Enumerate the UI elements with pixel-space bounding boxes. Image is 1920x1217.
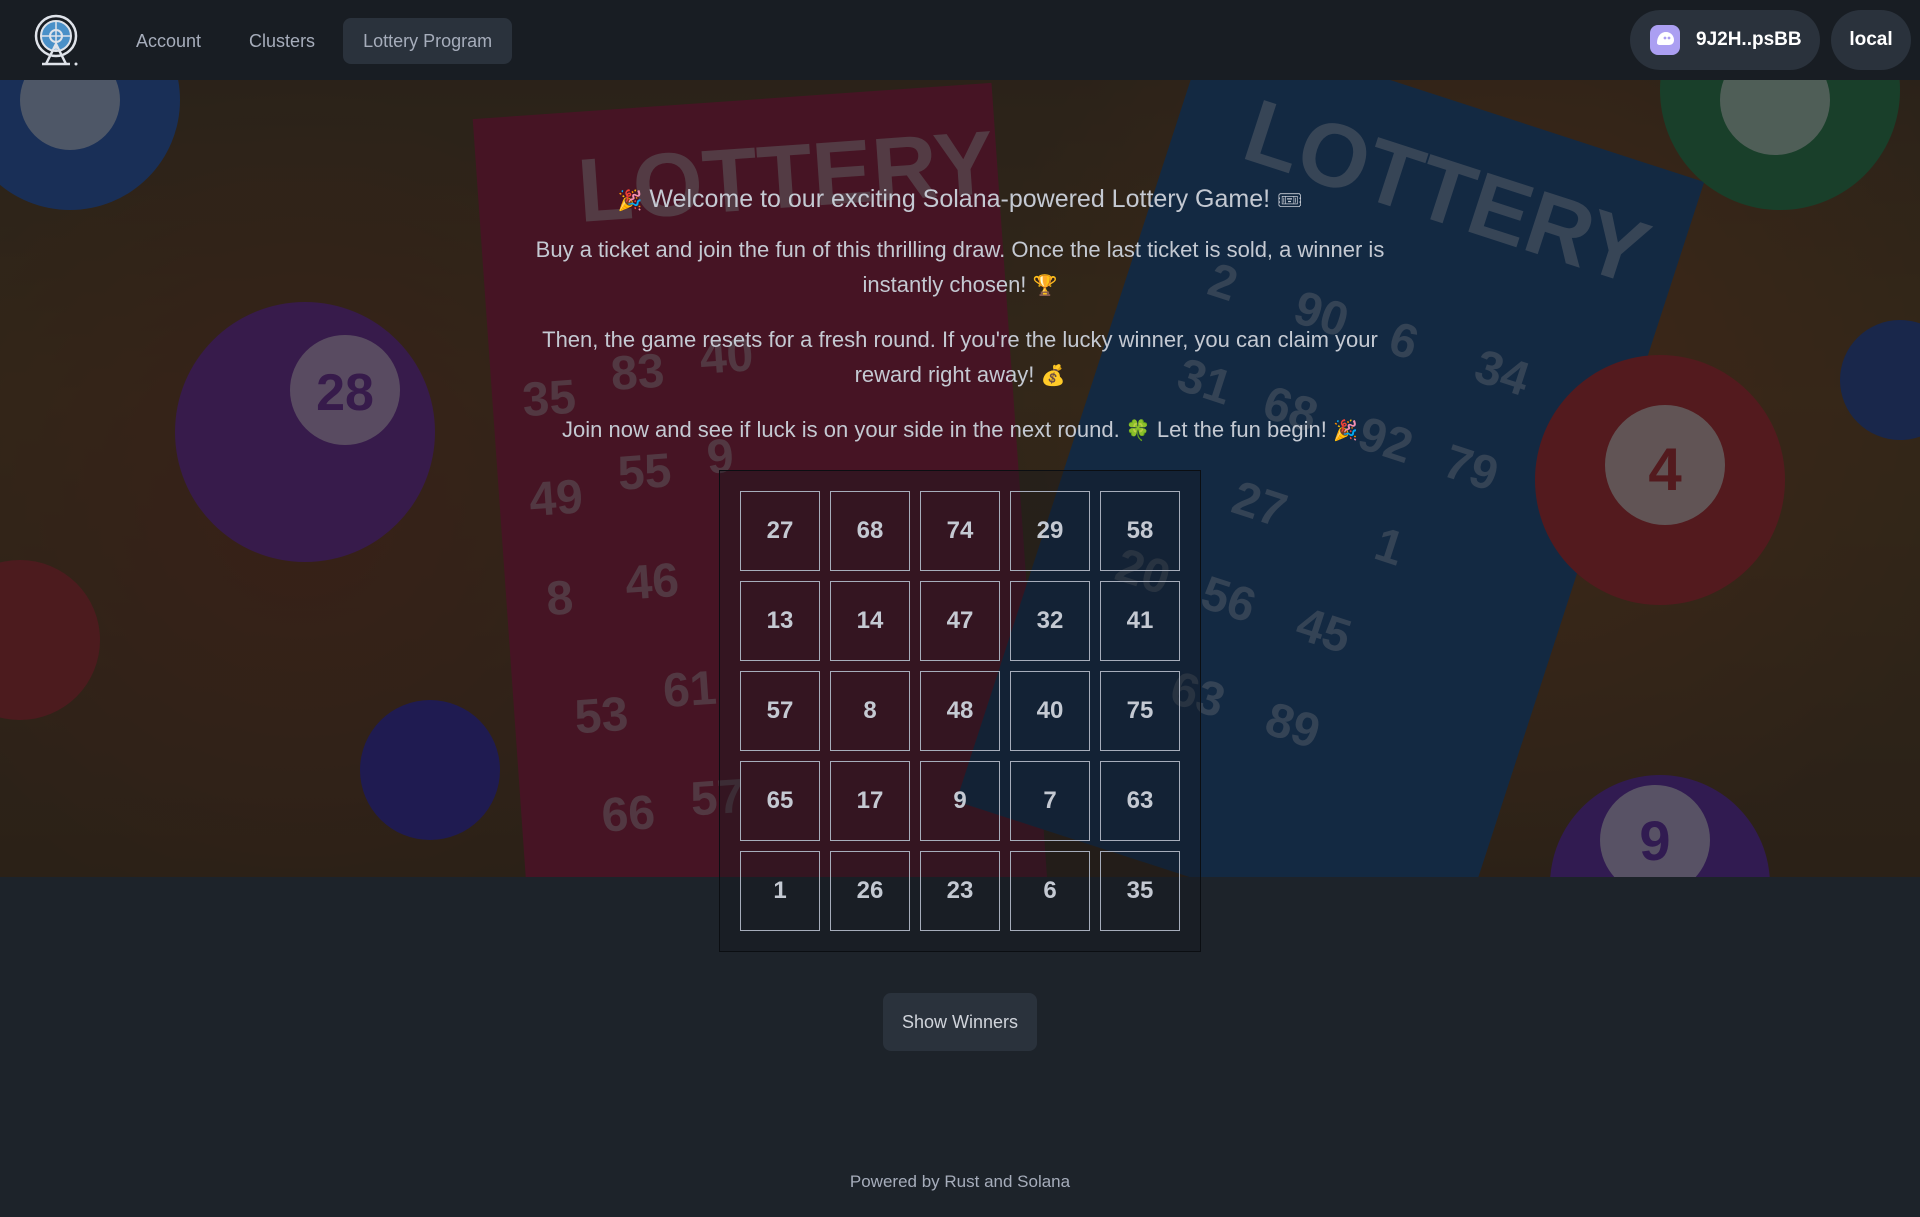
cluster-button[interactable]: local	[1831, 10, 1911, 70]
number-cell[interactable]: 48	[920, 671, 1000, 751]
nav-lottery-program-link[interactable]: Lottery Program	[343, 18, 513, 64]
number-cell[interactable]: 32	[1010, 581, 1090, 661]
navbar: Account Clusters Lottery Program 9J2H..p…	[0, 0, 1920, 80]
number-cell[interactable]: 27	[740, 491, 820, 571]
trophy-icon: 🏆	[1032, 273, 1058, 297]
number-cell[interactable]: 47	[920, 581, 1000, 661]
four-leaf-clover-icon: 🍀	[1125, 418, 1151, 442]
intro-paragraph-3-text-b: Let the fun begin!	[1156, 417, 1327, 442]
number-cell[interactable]: 8	[830, 671, 910, 751]
intro-section: 🎉 Welcome to our exciting Solana-powered…	[520, 180, 1400, 448]
intro-paragraph-3-text-a: Join now and see if luck is on your side…	[562, 417, 1120, 442]
number-cell[interactable]: 14	[830, 581, 910, 661]
number-cell[interactable]: 65	[740, 761, 820, 841]
number-cell[interactable]: 23	[920, 851, 1000, 931]
wallet-address-label: 9J2H..psBB	[1696, 29, 1802, 50]
ticket-icon: 🎟	[1277, 188, 1303, 212]
number-cell[interactable]: 26	[830, 851, 910, 931]
page-title-text: Welcome to our exciting Solana-powered L…	[649, 185, 1271, 213]
number-cell[interactable]: 35	[1100, 851, 1180, 931]
show-winners-button[interactable]: Show Winners	[883, 993, 1037, 1051]
nav-links: Account Clusters Lottery Program	[116, 18, 513, 64]
lottery-number-board: 27 68 74 29 58 13 14 47 32 41 57 8 48 40 75 65 17 9 7 63 1 26…	[719, 470, 1201, 952]
number-cell[interactable]: 1	[740, 851, 820, 931]
number-cell[interactable]: 17	[830, 761, 910, 841]
intro-paragraph-1-text: Buy a ticket and join the fun of this th…	[535, 237, 1385, 297]
footer-text: Powered by Rust and Solana	[849, 1172, 1071, 1191]
page-title: 🎉 Welcome to our exciting Solana-powered…	[520, 180, 1400, 218]
number-cell[interactable]: 41	[1100, 581, 1180, 661]
party-popper-icon: 🎉	[1333, 418, 1358, 442]
nav-account-link[interactable]: Account	[116, 18, 221, 64]
number-cell[interactable]: 63	[1100, 761, 1180, 841]
number-cell[interactable]: 68	[830, 491, 910, 571]
intro-paragraph-2: Then, the game resets for a fresh round.…	[520, 322, 1400, 393]
number-cell[interactable]: 40	[1010, 671, 1090, 751]
wallet-button[interactable]: 9J2H..psBB	[1630, 10, 1820, 70]
number-cell[interactable]: 58	[1100, 491, 1180, 571]
number-cell[interactable]: 13	[740, 581, 820, 661]
number-cell[interactable]: 6	[1010, 851, 1090, 931]
party-popper-icon: 🎉	[617, 188, 643, 212]
number-cell[interactable]: 7	[1010, 761, 1090, 841]
number-cell[interactable]: 57	[740, 671, 820, 751]
intro-paragraph-2-text: Then, the game resets for a fresh round.…	[542, 327, 1378, 387]
number-cell[interactable]: 9	[920, 761, 1000, 841]
money-bag-icon: 💰	[1040, 363, 1066, 387]
intro-paragraph-1: Buy a ticket and join the fun of this th…	[520, 232, 1400, 303]
number-cell[interactable]: 29	[1010, 491, 1090, 571]
number-cell[interactable]: 74	[920, 491, 1000, 571]
intro-paragraph-3: Join now and see if luck is on your side…	[520, 412, 1400, 448]
number-cell[interactable]: 75	[1100, 671, 1180, 751]
app-logo-icon[interactable]	[30, 12, 86, 68]
phantom-wallet-icon	[1650, 25, 1680, 55]
nav-clusters-link[interactable]: Clusters	[229, 18, 335, 64]
